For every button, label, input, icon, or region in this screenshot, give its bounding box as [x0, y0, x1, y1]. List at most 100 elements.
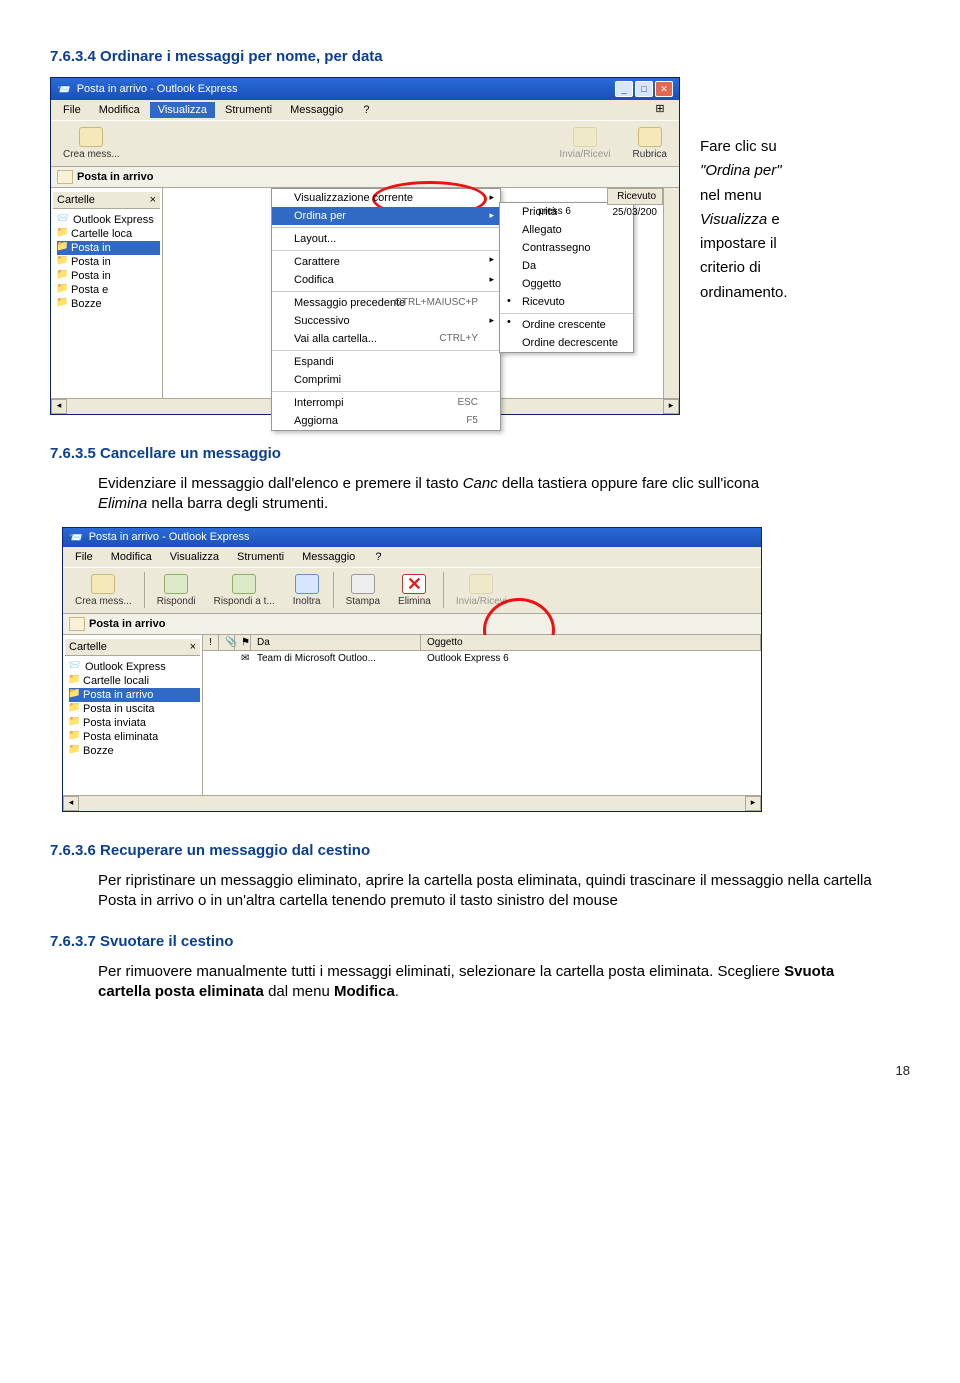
tb-invia-label: Invia/Ricevi — [559, 149, 610, 160]
scroll-left-icon[interactable]: ◂ — [51, 399, 67, 414]
tree-posta-in-uscita[interactable]: Posta in uscita — [69, 702, 200, 716]
heading-7635: 7.6.3.5 Cancellare un messaggio — [50, 445, 910, 462]
mi-msg-precedente[interactable]: Messaggio precedenteCTRL+MAIUSC+P — [272, 291, 500, 312]
titlebar2: 📨 Posta in arrivo - Outlook Express — [63, 528, 761, 547]
sort-submenu[interactable]: Priorità Allegato Contrassegno Da Oggett… — [499, 202, 634, 353]
tree-posta-inviata[interactable]: Posta in — [57, 269, 160, 283]
menu-messaggio[interactable]: Messaggio — [282, 102, 351, 118]
col-oggetto[interactable]: Oggetto — [421, 635, 761, 650]
menu-strumenti[interactable]: Strumenti — [217, 102, 280, 118]
tree-posta-inviata[interactable]: Posta inviata — [69, 716, 200, 730]
sort-ricevuto[interactable]: Ricevuto — [500, 293, 633, 311]
message-list-2: ! 📎 ⚑ Da Oggetto ✉ Team di Microsoft Out… — [203, 635, 761, 795]
sort-oggetto[interactable]: Oggetto — [500, 275, 633, 293]
mi-successivo[interactable]: Successivo — [272, 312, 500, 330]
scroll-right-icon[interactable]: ▸ — [663, 399, 679, 414]
view-menu-dropdown[interactable]: Visualizzazione corrente Ordina per Layo… — [271, 188, 501, 431]
tree-outlook-express[interactable]: Outlook Express — [57, 213, 160, 227]
tree-posta-eliminata[interactable]: Posta e — [57, 283, 160, 297]
tree-posta-in-uscita[interactable]: Posta in — [57, 255, 160, 269]
tree-cartelle-locali[interactable]: Cartelle loca — [57, 227, 160, 241]
col-attachment-icon[interactable]: 📎 — [219, 635, 235, 650]
scroll-left-icon[interactable]: ◂ — [63, 796, 79, 811]
tb-rispondi-tutti[interactable]: Rispondi a t... — [208, 572, 281, 609]
tb-inoltra-label: Inoltra — [293, 596, 321, 607]
tree-posta-eliminata[interactable]: Posta eliminata — [69, 730, 200, 744]
tb-stampa[interactable]: Stampa — [340, 572, 386, 609]
menu-help[interactable]: ? — [355, 102, 377, 118]
menu-modifica[interactable]: Modifica — [103, 549, 160, 565]
col-flag-icon[interactable]: ⚑ — [235, 635, 251, 650]
outlook-express-window: 📨 Posta in arrivo - Outlook Express _ □ … — [50, 77, 680, 415]
menu-visualizza[interactable]: Visualizza — [150, 102, 215, 118]
sort-contrassegno[interactable]: Contrassegno — [500, 239, 633, 257]
menu-file[interactable]: File — [67, 549, 101, 565]
cell-oggetto: Outlook Express 6 — [421, 652, 761, 665]
sort-allegato[interactable]: Allegato — [500, 221, 633, 239]
tb-elimina[interactable]: ✕Elimina — [392, 572, 437, 609]
menubar: File Modifica Visualizza Strumenti Messa… — [51, 100, 679, 120]
folders-close-icon[interactable]: × — [190, 641, 196, 653]
folder-tree-2[interactable]: Outlook Express Cartelle locali Posta in… — [65, 660, 200, 758]
tree-posta-in-arrivo[interactable]: Posta in — [57, 241, 160, 255]
sort-da[interactable]: Da — [500, 257, 633, 275]
folders-header: Cartelle — [57, 194, 95, 206]
app-icon: 📨 — [57, 83, 71, 96]
tb-elimina-label: Elimina — [398, 596, 431, 607]
mi-ordina-per[interactable]: Ordina per — [272, 207, 500, 225]
sort-crescente[interactable]: Ordine crescente — [500, 313, 633, 334]
menu-help[interactable]: ? — [367, 549, 389, 565]
mi-interrompi[interactable]: InterrompiESC — [272, 391, 500, 412]
tb-rubrica[interactable]: Rubrica — [627, 125, 673, 162]
location-bar-2: Posta in arrivo — [63, 614, 761, 635]
mi-visualizzazione-corrente[interactable]: Visualizzazione corrente — [272, 189, 500, 207]
tree-outlook-express[interactable]: Outlook Express — [69, 660, 200, 674]
message-list-area: Visualizzazione corrente Ordina per Layo… — [163, 188, 679, 398]
folders-close-icon[interactable]: × — [150, 194, 156, 206]
close-button[interactable]: ✕ — [655, 81, 673, 97]
tb-inoltra[interactable]: Inoltra — [287, 572, 327, 609]
tb-crea[interactable]: Crea mess... — [69, 572, 138, 609]
toolbar: Crea mess... Invia/Ricevi Rubrica — [51, 120, 679, 167]
mi-vai-cartella[interactable]: Vai alla cartella...CTRL+Y — [272, 330, 500, 348]
minimize-button[interactable]: _ — [615, 81, 633, 97]
menu-strumenti[interactable]: Strumenti — [229, 549, 292, 565]
heading-7636: 7.6.3.6 Recuperare un messaggio dal cest… — [50, 842, 910, 859]
menu-file[interactable]: File — [55, 102, 89, 118]
location-text: Posta in arrivo — [77, 171, 153, 183]
screenshot-1: 📨 Posta in arrivo - Outlook Express _ □ … — [50, 77, 680, 415]
menu-modifica[interactable]: Modifica — [91, 102, 148, 118]
tb-invia-ricevi[interactable]: Invia/Ricevi — [553, 125, 616, 162]
mi-aggiorna[interactable]: AggiornaF5 — [272, 412, 500, 430]
col-ricevuto[interactable]: Ricevuto — [607, 188, 664, 205]
instruction-text-7634: Fare clic su "Ordina per" nel menu Visua… — [700, 77, 910, 307]
vertical-scrollbar[interactable] — [663, 188, 679, 398]
inbox-icon — [69, 617, 85, 631]
menu-messaggio[interactable]: Messaggio — [294, 549, 363, 565]
folders-pane: Cartelle × Outlook Express Cartelle loca … — [51, 188, 163, 398]
maximize-button[interactable]: □ — [635, 81, 653, 97]
message-row[interactable]: ✉ Team di Microsoft Outloo... Outlook Ex… — [203, 651, 761, 666]
titlebar: 📨 Posta in arrivo - Outlook Express _ □ … — [51, 78, 679, 100]
tree-bozze[interactable]: Bozze — [57, 297, 160, 311]
tb-invia-ricevi[interactable]: Invia/Ricevi — [450, 572, 513, 609]
send-receive-icon — [573, 127, 597, 147]
mi-codifica[interactable]: Codifica — [272, 271, 500, 289]
mi-comprimi[interactable]: Comprimi — [272, 371, 500, 389]
menu-visualizza[interactable]: Visualizza — [162, 549, 227, 565]
tree-posta-in-arrivo[interactable]: Posta in arrivo — [69, 688, 200, 702]
horizontal-scrollbar-2[interactable]: ◂ ▸ — [63, 795, 761, 811]
tree-cartelle-locali[interactable]: Cartelle locali — [69, 674, 200, 688]
scroll-right-icon[interactable]: ▸ — [745, 796, 761, 811]
tb-invia-label: Invia/Ricevi — [456, 596, 507, 607]
tree-bozze[interactable]: Bozze — [69, 744, 200, 758]
tb-crea-mess[interactable]: Crea mess... — [57, 125, 126, 162]
mi-layout[interactable]: Layout... — [272, 227, 500, 248]
col-da[interactable]: Da — [251, 635, 421, 650]
tb-rispondi[interactable]: Rispondi — [151, 572, 202, 609]
mi-carattere[interactable]: Carattere — [272, 250, 500, 271]
col-priority-icon[interactable]: ! — [203, 635, 219, 650]
mi-espandi[interactable]: Espandi — [272, 350, 500, 371]
sort-decrescente[interactable]: Ordine decrescente — [500, 334, 633, 352]
folder-tree[interactable]: Outlook Express Cartelle loca Posta in P… — [53, 213, 160, 311]
